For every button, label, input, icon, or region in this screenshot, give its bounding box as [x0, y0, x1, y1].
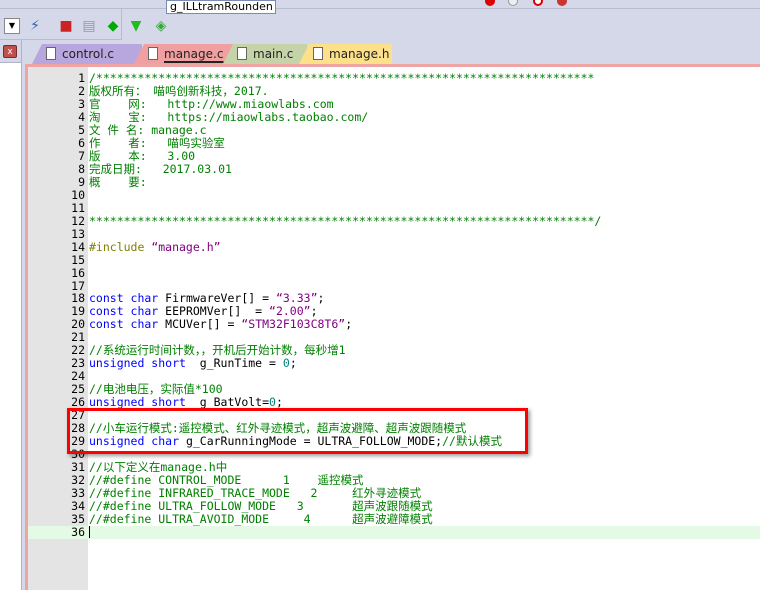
- line-number: 16: [71, 265, 85, 280]
- code-text: const char MCUVer[] = “STM32F103C8T6”;: [89, 318, 352, 331]
- code-line[interactable]: 20 const char MCUVer[] = “STM32F103C8T6”;: [28, 318, 760, 331]
- line-number: 3: [78, 96, 85, 111]
- file-icon: [148, 47, 158, 60]
- code-editor[interactable]: 1/**************************************…: [25, 64, 760, 590]
- code-line[interactable]: 12 **************************************…: [28, 213, 760, 228]
- project-tree: [0, 62, 21, 590]
- code-token: 完成日期: 2017.03.01: [89, 161, 232, 176]
- code-line[interactable]: 35//#define ULTRA_AVOID_MODE 4 超声波避障模式: [28, 511, 760, 526]
- code-token: //#define CONTROL_MODE 1 遥控模式: [89, 473, 364, 488]
- code-token: 0: [282, 356, 290, 371]
- tab-label: main.c: [253, 47, 294, 61]
- tab-control-c[interactable]: control.c: [32, 44, 142, 64]
- dropdown-icon[interactable]: ▼: [4, 18, 20, 34]
- code-token: “manage.h”: [151, 239, 221, 254]
- code-token: ;: [289, 356, 297, 371]
- code-token: ;: [345, 317, 353, 332]
- project-panel: x: [0, 40, 22, 590]
- code-token: //以下定义在manage.h中: [89, 460, 228, 475]
- main-toolbar: [0, 0, 760, 9]
- file-icon: [313, 47, 323, 60]
- code-token: ;: [310, 304, 318, 319]
- config-icon[interactable]: [557, 0, 567, 6]
- code-text: [89, 526, 90, 539]
- code-token: const char: [89, 291, 166, 306]
- line-number: 4: [78, 109, 85, 124]
- symbol-combo[interactable]: g_ILLtramRounden: [166, 0, 276, 14]
- line-number: 9: [78, 174, 85, 189]
- code-token: unsigned short: [89, 356, 200, 371]
- wizard-icon[interactable]: ⚡: [26, 17, 44, 35]
- line-number: 36: [71, 524, 85, 539]
- code-text: unsigned short g_RunTime = 0;: [89, 357, 297, 370]
- text-caret: [89, 526, 90, 539]
- code-token: 版 本: 3.00: [89, 148, 196, 163]
- line-number: 8: [78, 161, 85, 176]
- build-icon[interactable]: ■: [57, 17, 75, 35]
- stop-icon[interactable]: [533, 0, 543, 6]
- code-token: 版权所有： 喵呜创新科技，2017.: [89, 83, 269, 98]
- code-line[interactable]: 16: [28, 265, 760, 280]
- line-number: 14: [71, 239, 85, 254]
- tab-manage-h[interactable]: manage.h: [299, 44, 392, 64]
- close-icon[interactable]: x: [3, 45, 17, 58]
- code-token: /***************************************…: [89, 71, 595, 85]
- code-token: 作 者: 喵呜实验室: [89, 135, 225, 150]
- code-token: 淘 宝: https://miaowlabs.taobao.com/: [89, 109, 369, 124]
- line-number: 13: [71, 226, 85, 241]
- code-text: #include “manage.h”: [89, 239, 221, 254]
- line-number: 5: [78, 122, 85, 137]
- code-token: //#define ULTRA_FOLLOW_MODE 3 超声波跟随模式: [89, 499, 433, 513]
- code-token: 概 要:: [89, 174, 147, 189]
- code-token: //电池电压，实际值*100: [89, 382, 223, 397]
- code-token: g_RunTime =: [199, 356, 283, 371]
- code-line[interactable]: 9 概 要:: [28, 174, 760, 189]
- tab-label: manage.c: [164, 47, 224, 61]
- line-number: 15: [71, 252, 85, 267]
- code-line[interactable]: 15: [28, 252, 760, 267]
- code-token: EEPROMVer[] =: [165, 304, 270, 319]
- code-token: 文 件 名: manage.c: [89, 122, 207, 137]
- rebuild-icon[interactable]: ◆: [104, 17, 122, 35]
- code-token: //系统运行时间计数，，开机后开始计数，每秒增1: [89, 343, 346, 358]
- code-line[interactable]: 10: [28, 187, 760, 202]
- code-line[interactable]: 14 #include “manage.h”: [28, 239, 760, 254]
- code-text: 概 要:: [89, 174, 147, 189]
- code-token: “2.00”: [269, 304, 311, 319]
- code-token: const char: [89, 317, 166, 332]
- code-token: #include: [89, 239, 152, 254]
- line-number: 11: [71, 200, 85, 215]
- file-icon: [237, 47, 247, 60]
- load-icon[interactable]: ◈: [152, 17, 170, 35]
- code-token: const char: [89, 304, 166, 319]
- run-icon[interactable]: [508, 0, 518, 6]
- line-number: 12: [71, 213, 85, 228]
- line-number: 10: [71, 187, 85, 202]
- code-text: ****************************************…: [89, 213, 602, 228]
- tab-label: control.c: [62, 47, 115, 61]
- code-token: “3.33”: [275, 291, 318, 306]
- file-icon: [46, 47, 56, 60]
- code-token: //#define ULTRA_AVOID_MODE 4 超声波避障模式: [89, 511, 433, 526]
- file-tabs: control.c manage.c main.c manage.h: [22, 40, 760, 64]
- code-token: MCUVer[] =: [165, 317, 242, 332]
- code-token: //#define INFRARED_TRACE_MODE 2 红外寻迹模式: [89, 486, 422, 501]
- filter-icon[interactable]: ▼: [127, 17, 145, 35]
- tab-main-c[interactable]: main.c: [223, 44, 307, 64]
- breakpoint-icon[interactable]: [485, 0, 495, 6]
- line-number: 7: [78, 148, 85, 163]
- line-number: 6: [78, 135, 85, 150]
- build-toolbar: ▼ ⚡ ■ ▤ ◆ ▼ ◈: [0, 9, 166, 40]
- tab-label: manage.h: [329, 47, 390, 61]
- code-token: 官 网: http://www.miaowlabs.com: [89, 96, 334, 111]
- code-token: ;: [317, 291, 325, 306]
- code-line[interactable]: 36: [28, 524, 760, 539]
- code-token: “STM32F103C8T6”: [241, 317, 346, 332]
- code-token: ****************************************…: [89, 213, 602, 228]
- code-text: //#define ULTRA_AVOID_MODE 4 超声波避障模式: [89, 511, 433, 526]
- code-token: FirmwareVer[] =: [165, 291, 276, 306]
- highlight-box: [67, 408, 528, 454]
- code-line[interactable]: 23 unsigned short g_RunTime = 0;: [28, 357, 760, 370]
- batch-icon[interactable]: ▤: [80, 17, 98, 35]
